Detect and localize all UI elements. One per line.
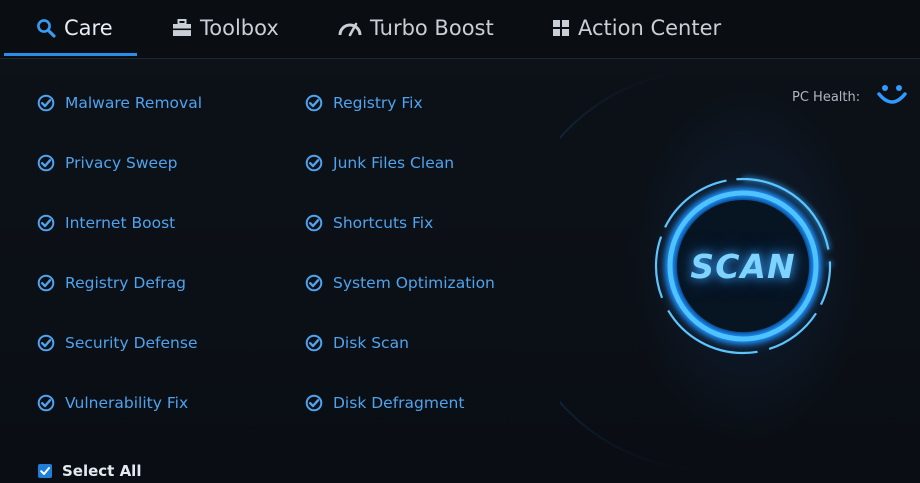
care-item-label: Junk Files Clean — [333, 154, 455, 172]
magnifier-icon — [36, 18, 56, 38]
care-item-internet-boost[interactable]: Internet Boost — [37, 211, 175, 235]
active-tab-indicator — [4, 53, 137, 56]
care-item-label: Shortcuts Fix — [333, 214, 434, 232]
care-item-disk-defragment[interactable]: Disk Defragment — [305, 391, 464, 415]
care-item-label: Registry Defrag — [65, 274, 187, 292]
scan-button-label: SCAN — [690, 246, 796, 286]
care-item-label: Privacy Sweep — [65, 154, 178, 172]
check-circle-icon — [305, 274, 323, 292]
tab-turbo-boost[interactable]: Turbo Boost — [338, 0, 494, 56]
care-item-registry-fix[interactable]: Registry Fix — [305, 91, 423, 115]
scan-control: SCAN — [648, 171, 838, 361]
tab-bar: Care Toolbox Turbo Boost Action Center — [0, 0, 920, 59]
care-item-label: Security Defense — [65, 334, 198, 352]
care-item-label: Vulnerability Fix — [65, 394, 189, 412]
check-circle-icon — [37, 94, 55, 112]
check-circle-icon — [305, 394, 323, 412]
tab-action-center[interactable]: Action Center — [552, 0, 721, 56]
tab-label: Toolbox — [200, 16, 279, 40]
check-circle-icon — [37, 154, 55, 172]
check-circle-icon — [37, 214, 55, 232]
check-circle-icon — [305, 94, 323, 112]
tab-toolbox[interactable]: Toolbox — [172, 0, 279, 56]
care-item-disk-scan[interactable]: Disk Scan — [305, 331, 409, 355]
care-item-security-defense[interactable]: Security Defense — [37, 331, 197, 355]
care-item-shortcuts-fix[interactable]: Shortcuts Fix — [305, 211, 433, 235]
check-circle-icon — [305, 334, 323, 352]
care-item-junk-files-clean[interactable]: Junk Files Clean — [305, 151, 454, 175]
scan-button[interactable]: SCAN — [672, 195, 814, 337]
tab-label: Care — [64, 16, 113, 40]
care-item-label: Internet Boost — [65, 214, 176, 232]
grid-icon — [552, 19, 570, 37]
tab-label: Action Center — [578, 16, 722, 40]
check-circle-icon — [37, 334, 55, 352]
care-item-registry-defrag[interactable]: Registry Defrag — [37, 271, 186, 295]
check-circle-icon — [37, 274, 55, 292]
checkbox-checked-icon — [38, 464, 52, 478]
care-item-label: System Optimization — [333, 274, 495, 292]
check-circle-icon — [305, 154, 323, 172]
care-item-label: Disk Defragment — [333, 394, 465, 412]
select-all-checkbox[interactable]: Select All — [38, 462, 141, 480]
care-item-privacy-sweep[interactable]: Privacy Sweep — [37, 151, 177, 175]
select-all-label: Select All — [62, 462, 142, 480]
care-item-system-optimization[interactable]: System Optimization — [305, 271, 495, 295]
care-item-label: Disk Scan — [333, 334, 409, 352]
tab-label: Turbo Boost — [370, 16, 494, 40]
check-circle-icon — [37, 394, 55, 412]
care-item-malware-removal[interactable]: Malware Removal — [37, 91, 202, 115]
check-circle-icon — [305, 214, 323, 232]
care-item-vulnerability-fix[interactable]: Vulnerability Fix — [37, 391, 188, 415]
care-item-label: Registry Fix — [333, 94, 423, 112]
care-item-label: Malware Removal — [65, 94, 203, 112]
tab-care[interactable]: Care — [36, 0, 113, 56]
speedometer-icon — [338, 19, 362, 37]
toolbox-icon — [172, 19, 192, 37]
